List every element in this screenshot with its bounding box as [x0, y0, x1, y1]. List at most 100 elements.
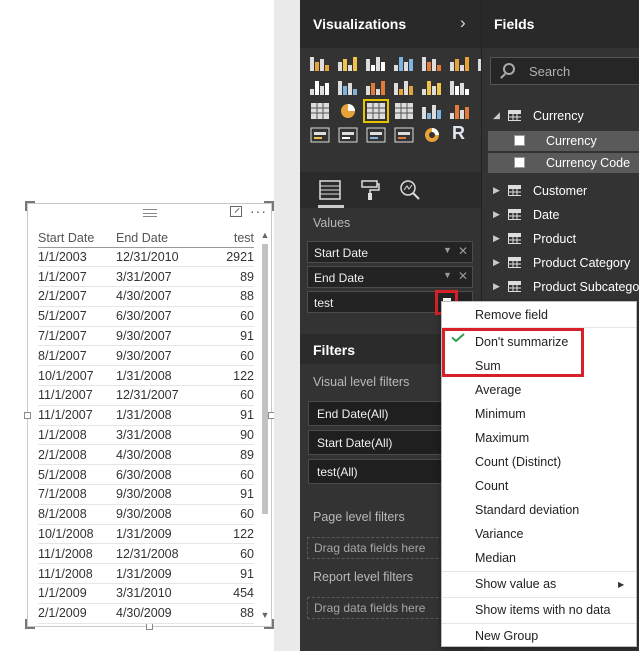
table-row[interactable]: 10/1/2008 1/31/2009 122 [38, 524, 254, 545]
menu-item-average[interactable]: Average [475, 383, 521, 397]
card-icon[interactable] [310, 126, 330, 144]
menu-item-count[interactable]: Count [475, 479, 508, 493]
slicer-icon[interactable] [394, 126, 414, 144]
scroll-up-icon[interactable]: ▲ [260, 230, 270, 240]
table-row[interactable]: 1/1/2003 12/31/2010 2921 [38, 247, 254, 268]
column-header-start-date[interactable]: Start Date [38, 229, 116, 248]
menu-item-maximum[interactable]: Maximum [475, 431, 529, 445]
table-row[interactable]: 11/1/2008 12/31/2008 60 [38, 543, 254, 565]
format-paint-roller-icon[interactable] [358, 178, 382, 202]
tree-table-customer[interactable]: ▶ Customer [482, 180, 639, 202]
dropdown-arrow-icon[interactable]: ▼ [443, 270, 452, 280]
resize-handle-bottom-right[interactable] [264, 619, 274, 629]
kpi-icon[interactable] [366, 126, 386, 144]
table-row[interactable]: 2/1/2008 4/30/2008 89 [38, 444, 254, 466]
menu-item-median[interactable]: Median [475, 551, 516, 565]
collapsed-arrow-icon[interactable]: ▶ [493, 185, 500, 196]
ribbon-chart-icon[interactable] [422, 78, 442, 96]
table-row[interactable]: 5/1/2008 6/30/2008 60 [38, 464, 254, 486]
table-row[interactable]: 7/1/2008 9/30/2008 91 [38, 484, 254, 505]
scroll-down-icon[interactable]: ▼ [260, 610, 270, 620]
resize-handle-bottom[interactable] [146, 623, 153, 630]
remove-field-icon[interactable]: ✕ [458, 244, 468, 258]
value-well-start-date[interactable]: Start Date ▼ ✕ [307, 241, 473, 263]
stacked-column-chart-icon[interactable] [338, 54, 358, 72]
table-row[interactable]: 11/1/2007 12/31/2007 60 [38, 385, 254, 406]
tree-table-product-category[interactable]: ▶ Product Category [482, 252, 639, 274]
expanded-arrow-icon[interactable]: ◢ [493, 110, 500, 121]
table-row[interactable]: 11/1/2008 1/31/2009 91 [38, 563, 254, 585]
analytics-magnifier-icon[interactable] [398, 178, 422, 202]
tree-table-currency[interactable]: ◢ Currency [482, 105, 639, 127]
table-row[interactable]: 2/1/2007 4/30/2007 88 [38, 286, 254, 307]
donut-chart-icon[interactable] [422, 126, 442, 144]
multi-row-card-icon[interactable] [338, 126, 358, 144]
collapsed-arrow-icon[interactable]: ▶ [493, 281, 500, 292]
100-stacked-column-chart-icon[interactable] [450, 54, 470, 72]
menu-item-variance[interactable]: Variance [475, 527, 523, 541]
stacked-bar-chart-icon[interactable] [310, 54, 330, 72]
table-row[interactable]: 11/1/2007 1/31/2008 91 [38, 405, 254, 426]
area-chart-icon[interactable] [310, 78, 330, 96]
field-item-currency[interactable]: Currency [488, 131, 639, 151]
remove-field-icon[interactable]: ✕ [458, 269, 468, 283]
menu-item-new-group[interactable]: New Group [475, 629, 538, 643]
table-icon[interactable] [363, 99, 389, 123]
field-item-currency-code[interactable]: Currency Code [488, 153, 639, 173]
scrollbar-thumb[interactable] [262, 244, 268, 514]
funnel-icon[interactable] [450, 102, 470, 120]
table-row[interactable]: 2/1/2009 4/30/2009 88 [38, 603, 254, 624]
menu-item-standard-deviation[interactable]: Standard deviation [475, 503, 579, 517]
menu-item-show-items-with-no-data[interactable]: Show items with no data [475, 603, 611, 617]
drag-grip-icon[interactable] [143, 209, 157, 217]
treemap-icon[interactable] [310, 102, 330, 120]
menu-item-show-value-as[interactable]: Show value as [475, 577, 556, 591]
fields-tab-icon[interactable] [318, 178, 342, 202]
field-checkbox[interactable] [514, 157, 525, 168]
focus-mode-icon[interactable] [230, 206, 242, 217]
clustered-column-chart-icon[interactable] [394, 54, 414, 72]
bar-glyph [465, 57, 469, 71]
resize-handle-bottom-left[interactable] [25, 619, 35, 629]
scatter-chart-icon[interactable] [450, 78, 470, 96]
menu-item-minimum[interactable]: Minimum [475, 407, 526, 421]
resize-handle-top-left[interactable] [25, 201, 35, 211]
line-and-stacked-column-chart-icon[interactable] [366, 78, 386, 96]
table-visual[interactable]: ··· Start Date End Date test 1/1/2003 12/… [24, 201, 275, 630]
clustered-bar-chart-icon[interactable] [366, 54, 386, 72]
dropdown-arrow-icon[interactable]: ▼ [443, 245, 452, 255]
resize-handle-top-right[interactable] [264, 201, 274, 211]
menu-item-count-distinct[interactable]: Count (Distinct) [475, 455, 561, 469]
line-and-clustered-column-chart-icon[interactable] [394, 78, 414, 96]
waterfall-chart-icon[interactable] [422, 102, 442, 120]
column-header-end-date[interactable]: End Date [116, 229, 206, 248]
table-row[interactable]: 1/1/2007 3/31/2007 89 [38, 266, 254, 288]
menu-item-remove-field[interactable]: Remove field [475, 308, 548, 322]
collapsed-arrow-icon[interactable]: ▶ [493, 257, 500, 268]
tree-table-date[interactable]: ▶ Date [482, 204, 639, 226]
table-row[interactable]: 1/1/2009 3/31/2010 454 [38, 583, 254, 604]
column-header-test[interactable]: test [206, 229, 254, 248]
value-well-end-date[interactable]: End Date ▼ ✕ [307, 266, 473, 288]
table-row[interactable]: 1/1/2008 3/31/2008 90 [38, 425, 254, 446]
r-script-visual-icon[interactable]: R [450, 123, 470, 144]
table-row[interactable]: 7/1/2007 9/30/2007 91 [38, 326, 254, 347]
table-row[interactable]: 8/1/2008 9/30/2008 60 [38, 504, 254, 525]
table-scrollbar[interactable]: ▲ ▼ [260, 228, 270, 620]
matrix-icon[interactable] [394, 102, 414, 120]
field-checkbox[interactable] [514, 135, 525, 146]
100-stacked-bar-chart-icon[interactable] [422, 54, 442, 72]
table-row[interactable]: 5/1/2007 6/30/2007 60 [38, 306, 254, 327]
tree-table-product-subcategory[interactable]: ▶ Product Subcategory [482, 276, 639, 298]
bar-glyph [460, 83, 464, 95]
stacked-area-chart-icon[interactable] [338, 78, 358, 96]
tree-table-product[interactable]: ▶ Product [482, 228, 639, 250]
collapse-pane-chevron-icon[interactable]: › [460, 13, 466, 33]
collapsed-arrow-icon[interactable]: ▶ [493, 233, 500, 244]
table-row[interactable]: 8/1/2007 9/30/2007 60 [38, 345, 254, 367]
table-row[interactable]: 10/1/2007 1/31/2008 122 [38, 365, 254, 387]
fields-search-input[interactable]: Search [490, 57, 639, 85]
resize-handle-left[interactable] [24, 412, 31, 419]
map-icon[interactable] [338, 102, 358, 120]
collapsed-arrow-icon[interactable]: ▶ [493, 209, 500, 220]
